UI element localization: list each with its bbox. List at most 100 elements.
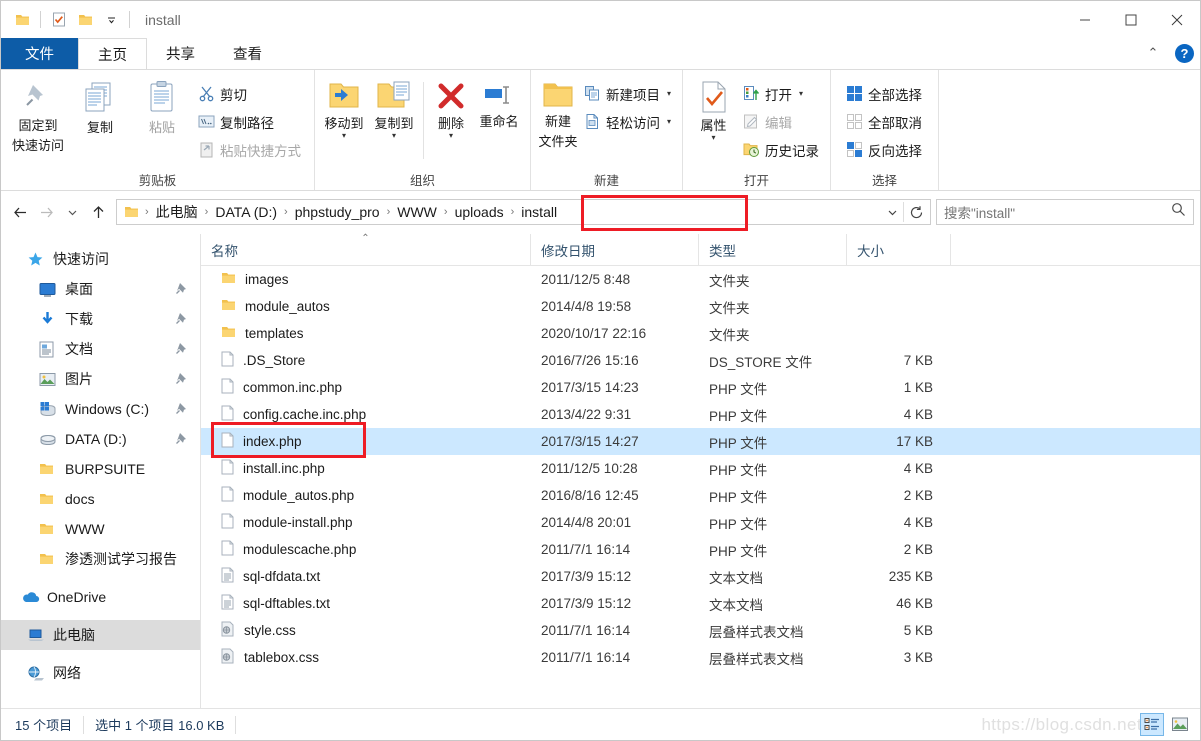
sidebar-item-data-d[interactable]: DATA (D:) <box>1 424 200 454</box>
table-row[interactable]: sql-dfdata.txt 2017/3/9 15:12 文本文档 235 K… <box>201 563 1200 590</box>
column-header-type[interactable]: 类型 <box>699 234 847 265</box>
cell-date: 2017/3/15 14:27 <box>541 434 639 449</box>
copy-path-button[interactable]: 复制路径 <box>193 109 306 134</box>
sidebar-item-onedrive[interactable]: OneDrive <box>1 582 200 612</box>
search-icon[interactable] <box>1171 202 1186 222</box>
cell-size: 4 KB <box>903 515 933 530</box>
pin-icon[interactable] <box>175 402 188 418</box>
sidebar-item-network[interactable]: 网络 <box>1 658 200 688</box>
copy-to-button[interactable]: 复制到 ▾ <box>369 76 419 162</box>
help-button[interactable]: ? <box>1175 43 1194 63</box>
pin-icon[interactable] <box>175 282 188 298</box>
file-name: index.php <box>243 434 302 449</box>
large-icons-view-icon[interactable] <box>1168 713 1192 736</box>
tab-home[interactable]: 主页 <box>78 38 147 69</box>
table-row[interactable]: modulescache.php 2011/7/1 16:14 PHP 文件 2… <box>201 536 1200 563</box>
breadcrumb-item-3[interactable]: WWW <box>393 204 441 220</box>
open-button[interactable]: 打开 ▾ <box>738 81 824 106</box>
close-button[interactable] <box>1154 1 1200 38</box>
move-to-button[interactable]: 移动到 ▾ <box>319 76 369 162</box>
properties-icon[interactable] <box>46 7 72 33</box>
table-row[interactable]: module_autos.php 2016/8/16 12:45 PHP 文件 … <box>201 482 1200 509</box>
sidebar-item-this-pc[interactable]: 此电脑 <box>1 620 200 650</box>
sidebar-item-documents[interactable]: 文档 <box>1 334 200 364</box>
cell-name: common.inc.php <box>201 378 531 397</box>
file-name: modulescache.php <box>243 542 357 557</box>
sidebar-item-pentest-report[interactable]: 渗透测试学习报告 <box>1 544 200 574</box>
column-header-name[interactable]: ⌃ 名称 <box>201 234 531 265</box>
table-row[interactable]: index.php 2017/3/15 14:27 PHP 文件 17 KB <box>201 428 1200 455</box>
breadcrumb-item-5[interactable]: install <box>517 204 561 220</box>
paste-shortcut-button[interactable]: 粘贴快捷方式 <box>193 137 306 162</box>
tab-file[interactable]: 文件 <box>1 38 78 69</box>
new-folder-icon[interactable] <box>72 7 98 33</box>
table-row[interactable]: .DS_Store 2016/7/26 15:16 DS_STORE 文件 7 … <box>201 347 1200 374</box>
maximize-button[interactable] <box>1108 1 1154 38</box>
breadcrumb-item-0[interactable]: 此电脑 <box>152 202 202 222</box>
sidebar-item-desktop[interactable]: 桌面 <box>1 274 200 304</box>
address-dropdown-button[interactable] <box>881 199 903 225</box>
table-row[interactable]: images 2011/12/5 8:48 文件夹 <box>201 266 1200 293</box>
table-row[interactable]: module-install.php 2014/4/8 20:01 PHP 文件… <box>201 509 1200 536</box>
sidebar-item-quick-access[interactable]: 快速访问 <box>1 244 200 274</box>
table-row[interactable]: module_autos 2014/4/8 19:58 文件夹 <box>201 293 1200 320</box>
details-view-icon[interactable] <box>1140 713 1164 736</box>
cut-button[interactable]: 剪切 <box>193 81 306 106</box>
sidebar-label-data-d: DATA (D:) <box>65 431 127 447</box>
new-item-button[interactable]: 新建项目 ▾ <box>579 81 676 106</box>
breadcrumb-bar[interactable]: › 此电脑 › DATA (D:) › phpstudy_pro › WWW ›… <box>116 195 931 231</box>
forward-button[interactable] <box>33 199 59 225</box>
minimize-button[interactable] <box>1062 1 1108 38</box>
select-all-button[interactable]: 全部选择 <box>841 81 927 106</box>
sidebar-item-www[interactable]: WWW <box>1 514 200 544</box>
sidebar-item-docs[interactable]: docs <box>1 484 200 514</box>
sidebar-item-windows-c[interactable]: Windows (C:) <box>1 394 200 424</box>
ribbon-group-select: 全部选择 全部取消 反向选择 选择 <box>831 70 939 190</box>
pin-to-quick-access-button[interactable]: 固定到 快速访问 <box>7 76 69 162</box>
properties-button[interactable]: 属性 ▾ <box>689 76 738 162</box>
easy-access-button[interactable]: 轻松访问 ▾ <box>579 109 676 134</box>
breadcrumb-item-1[interactable]: DATA (D:) <box>211 204 281 220</box>
table-row[interactable]: style.css 2011/7/1 16:14 层叠样式表文档 5 KB <box>201 617 1200 644</box>
invert-selection-button[interactable]: 反向选择 <box>841 137 927 162</box>
pin-icon[interactable] <box>175 312 188 328</box>
cell-size: 7 KB <box>903 353 933 368</box>
table-row[interactable]: config.cache.inc.php 2013/4/22 9:31 PHP … <box>201 401 1200 428</box>
pin-icon[interactable] <box>175 342 188 358</box>
breadcrumb-item-4[interactable]: uploads <box>451 204 508 220</box>
history-button[interactable]: 历史记录 <box>738 137 824 162</box>
chevron-down-icon[interactable] <box>98 7 124 33</box>
folder-icon[interactable] <box>9 7 35 33</box>
refresh-button[interactable] <box>904 199 928 225</box>
desktop-icon <box>39 282 61 297</box>
pin-icon[interactable] <box>175 432 188 448</box>
sidebar-item-downloads[interactable]: 下载 <box>1 304 200 334</box>
table-row[interactable]: common.inc.php 2017/3/15 14:23 PHP 文件 1 … <box>201 374 1200 401</box>
sidebar-item-pictures[interactable]: 图片 <box>1 364 200 394</box>
table-row[interactable]: tablebox.css 2011/7/1 16:14 层叠样式表文档 3 KB <box>201 644 1200 671</box>
rename-button[interactable]: 重命名 <box>474 76 524 162</box>
back-button[interactable] <box>7 199 33 225</box>
breadcrumb-item-2[interactable]: phpstudy_pro <box>291 204 384 220</box>
view-buttons <box>1140 713 1192 736</box>
up-button[interactable] <box>85 199 111 225</box>
status-item-count: 15 个项目 <box>15 718 73 733</box>
column-header-date[interactable]: 修改日期 <box>531 234 699 265</box>
tab-view[interactable]: 查看 <box>214 38 281 69</box>
paste-button[interactable]: 粘贴 <box>131 76 193 162</box>
copy-button[interactable]: 复制 <box>69 76 131 162</box>
table-row[interactable]: templates 2020/10/17 22:16 文件夹 <box>201 320 1200 347</box>
collapse-ribbon-button[interactable]: ⌃ <box>1141 41 1165 65</box>
sidebar-item-burpsuite[interactable]: BURPSUITE <box>1 454 200 484</box>
select-none-button[interactable]: 全部取消 <box>841 109 927 134</box>
table-row[interactable]: install.inc.php 2011/12/5 10:28 PHP 文件 4… <box>201 455 1200 482</box>
pin-icon[interactable] <box>175 372 188 388</box>
recent-locations-button[interactable] <box>59 199 85 225</box>
delete-button[interactable]: 删除 ▾ <box>428 76 474 162</box>
column-header-size[interactable]: 大小 <box>847 234 951 265</box>
edit-button[interactable]: 编辑 <box>738 109 824 134</box>
table-row[interactable]: sql-dftables.txt 2017/3/9 15:12 文本文档 46 … <box>201 590 1200 617</box>
new-folder-button[interactable]: 新建 文件夹 <box>537 76 579 162</box>
tab-share[interactable]: 共享 <box>147 38 214 69</box>
search-input[interactable]: 搜索"install" <box>936 199 1194 225</box>
